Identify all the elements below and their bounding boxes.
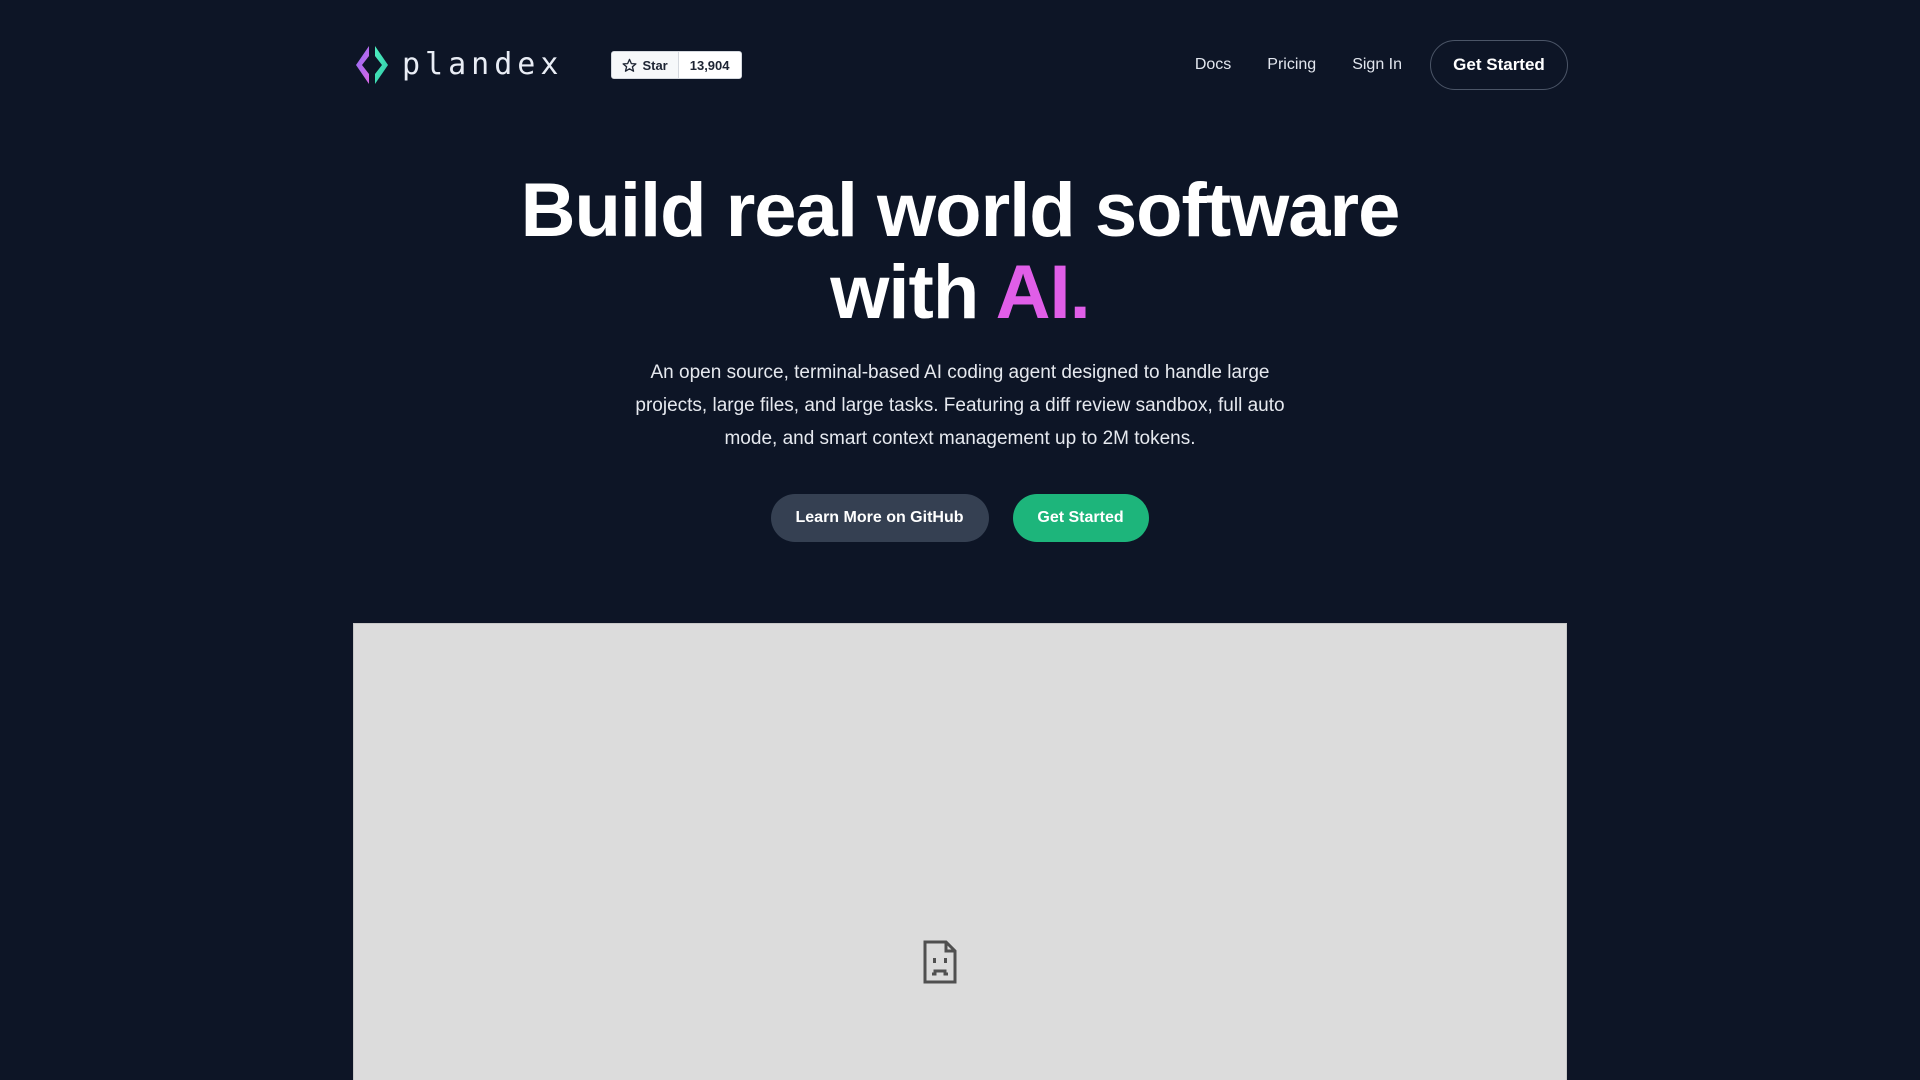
hero-title: Build real world software with AI. [360,170,1560,334]
brand-name: plandex [402,47,564,82]
github-star-button[interactable]: Star [612,52,679,78]
page: plandex Star 13,904 Docs Pricing Sign In… [0,0,1920,1080]
nav-link-pricing[interactable]: Pricing [1267,56,1316,74]
header-get-started-button[interactable]: Get Started [1430,40,1568,90]
hero-title-line2-prefix: with [830,250,996,335]
star-icon [622,58,637,72]
github-star-count[interactable]: 13,904 [678,52,741,78]
plandex-logo-icon [356,46,388,84]
demo-video-frame[interactable] [353,623,1567,1080]
github-star-widget: Star 13,904 [611,51,742,79]
hero-subtitle: An open source, terminal-based AI coding… [635,362,1285,449]
hero-title-line1: Build real world software [520,168,1401,253]
site-header: plandex Star 13,904 Docs Pricing Sign In… [352,40,1568,90]
learn-more-github-button[interactable]: Learn More on GitHub [770,494,989,542]
nav-link-sign-in[interactable]: Sign In [1352,56,1402,74]
hero-title-accent: AI. [995,250,1091,335]
hero-cta-row: Learn More on GitHub Get Started [0,494,1920,542]
main-nav: Docs Pricing Sign In Get Started [1195,40,1568,90]
github-star-label: Star [642,57,668,73]
nav-link-docs[interactable]: Docs [1195,56,1231,74]
hero-get-started-button[interactable]: Get Started [1012,494,1149,542]
broken-image-icon [923,940,957,984]
brand-logo-link[interactable]: plandex [352,40,563,90]
